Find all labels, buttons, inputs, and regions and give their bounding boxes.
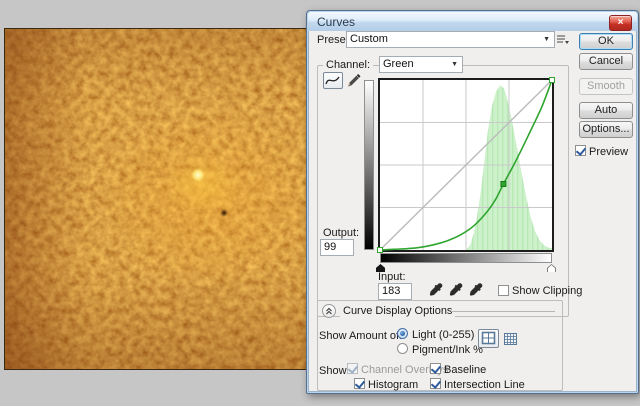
ok-button[interactable]: OK (579, 33, 633, 50)
chevron-up-icon (323, 305, 335, 317)
show-clipping-label: Show Clipping (512, 285, 582, 297)
light-radio-label: Light (0-255) (412, 329, 474, 341)
input-field[interactable]: 183 (378, 283, 412, 300)
cancel-button[interactable]: Cancel (579, 53, 633, 70)
curve-point[interactable] (550, 78, 555, 83)
smooth-button: Smooth (579, 78, 633, 95)
close-button[interactable]: × (609, 15, 632, 31)
histogram-label: Histogram (368, 379, 418, 391)
input-gradient-bar (380, 253, 552, 263)
show-label: Show: (319, 365, 350, 377)
preview-checkbox[interactable] (575, 145, 586, 156)
intersection-line-checkbox[interactable] (430, 378, 441, 389)
dialog-titlebar[interactable]: Curves × (308, 12, 637, 31)
histogram-checkbox[interactable] (354, 378, 365, 389)
collapse-options-button[interactable] (322, 304, 336, 318)
baseline-label: Baseline (444, 364, 486, 376)
curve-mode-icon (324, 73, 342, 88)
fine-grid-icon (503, 332, 518, 346)
eyedropper-icon (428, 282, 444, 298)
white-point-slider[interactable] (547, 264, 556, 272)
intersection-line-label: Intersection Line (444, 379, 525, 391)
show-amount-label: Show Amount of: (319, 330, 402, 342)
quarter-grid-icon (479, 330, 498, 347)
chevron-down-icon: ▼ (451, 61, 458, 69)
pencil-icon (346, 73, 362, 88)
pigment-radio[interactable] (397, 343, 408, 354)
simple-grid-button[interactable] (478, 329, 499, 348)
channel-label: Channel: (323, 59, 373, 71)
black-point-eyedropper-button[interactable] (428, 282, 444, 298)
baseline-checkbox[interactable] (430, 363, 441, 374)
channel-dropdown[interactable]: Green ▼ (379, 56, 463, 73)
curve-plot[interactable] (378, 78, 554, 252)
white-point-eyedropper-button[interactable] (468, 282, 484, 298)
edit-points-tool-button[interactable] (323, 72, 343, 89)
channel-value: Green (383, 58, 414, 70)
curve-point[interactable] (378, 248, 383, 253)
output-field[interactable]: 99 (320, 239, 354, 256)
preview-label: Preview (589, 146, 628, 158)
curve-plot-svg (380, 80, 552, 250)
solar-image (4, 28, 309, 370)
output-gradient-bar (364, 80, 374, 250)
dialog-title: Curves (317, 15, 355, 29)
light-radio[interactable] (397, 328, 408, 339)
curves-dialog: Curves × Preset: Custom ▼ OK Cancel Smoo… (306, 10, 639, 394)
eyedropper-icon (468, 282, 484, 298)
auto-button[interactable]: Auto (579, 102, 633, 119)
input-label: Input: (378, 271, 406, 283)
curve-display-options-header: Curve Display Options (340, 305, 455, 317)
close-icon: × (618, 17, 624, 28)
pencil-tool-button[interactable] (346, 73, 363, 89)
chevron-down-icon: ▼ (543, 36, 550, 44)
output-label: Output: (323, 227, 359, 239)
show-clipping-checkbox[interactable] (498, 285, 509, 296)
preset-options-menu-icon[interactable] (556, 33, 570, 46)
eyedropper-icon (448, 282, 464, 298)
pigment-radio-label: Pigment/Ink % (412, 344, 483, 356)
preset-dropdown[interactable]: Custom ▼ (346, 31, 555, 48)
preset-value: Custom (350, 33, 388, 45)
curve-point-selected[interactable] (501, 182, 506, 187)
solar-highlight-overlay (5, 29, 308, 369)
header-rule (451, 311, 555, 312)
detailed-grid-button[interactable] (503, 332, 518, 346)
gray-point-eyedropper-button[interactable] (448, 282, 464, 298)
options-button[interactable]: Options... (579, 121, 633, 138)
channel-overlays-checkbox (347, 363, 358, 374)
